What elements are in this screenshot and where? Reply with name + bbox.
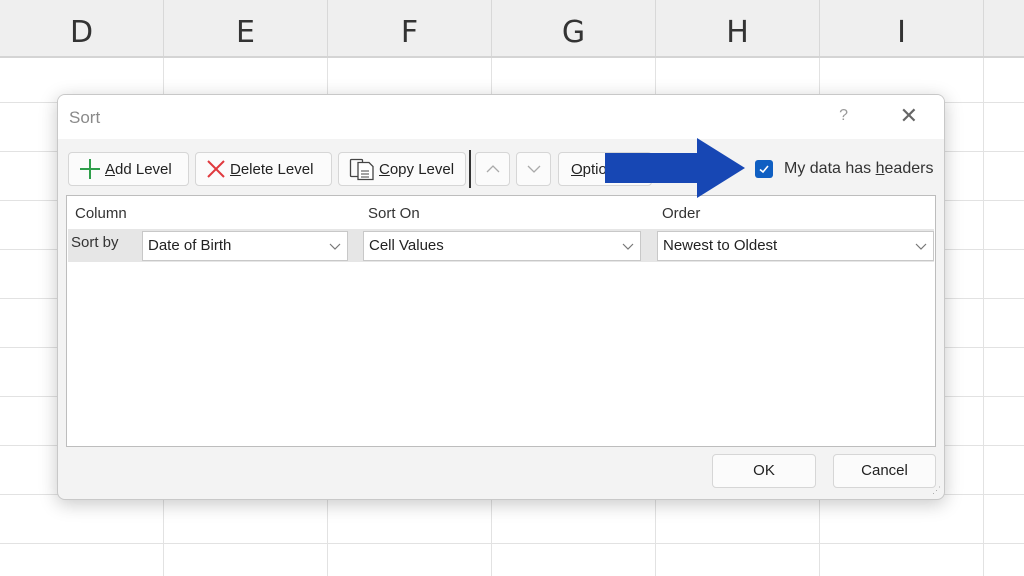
accelerator-key: D bbox=[230, 160, 241, 178]
column-header-f[interactable]: F bbox=[328, 0, 492, 56]
copy-level-button[interactable]: Copy Level bbox=[338, 152, 466, 186]
label-rest: opy Level bbox=[389, 160, 455, 178]
move-down-button[interactable] bbox=[516, 152, 551, 186]
label-rest: dd Level bbox=[115, 160, 172, 178]
chevron-up-icon bbox=[485, 161, 501, 178]
checkmark-icon bbox=[759, 165, 769, 174]
accelerator-key: A bbox=[105, 160, 116, 178]
column-select-value: Date of Birth bbox=[148, 237, 232, 254]
delete-level-button[interactable]: Delete Level bbox=[195, 152, 332, 186]
chevron-down-icon bbox=[526, 161, 542, 178]
sort-dialog: Sort ? ✕ Add Level Delete Level Copy Lev… bbox=[57, 94, 945, 500]
dialog-title: Sort bbox=[69, 108, 101, 127]
sort-on-select-value: Cell Values bbox=[369, 237, 444, 254]
copy-level-label: Copy Level bbox=[379, 161, 454, 178]
accelerator-key: C bbox=[379, 160, 390, 178]
column-header-e[interactable]: E bbox=[164, 0, 328, 56]
label-text: My data has bbox=[784, 160, 876, 177]
headers-checkbox[interactable] bbox=[755, 160, 773, 178]
delete-x-icon bbox=[206, 159, 226, 179]
ok-button[interactable]: OK bbox=[712, 454, 816, 488]
sort-on-select[interactable]: Cell Values bbox=[363, 231, 641, 261]
column-select[interactable]: Date of Birth bbox=[142, 231, 348, 261]
dialog-titlebar[interactable]: Sort ? ✕ bbox=[58, 95, 944, 139]
label-text: eaders bbox=[884, 160, 934, 177]
help-button[interactable]: ? bbox=[839, 107, 848, 125]
add-level-label: Add Level bbox=[105, 161, 172, 178]
resize-grip-icon[interactable]: ⋰ bbox=[932, 485, 941, 496]
order-header-label: Order bbox=[662, 205, 701, 222]
order-select-value: Newest to Oldest bbox=[663, 237, 778, 254]
plus-icon bbox=[79, 158, 101, 180]
accelerator-key: O bbox=[571, 160, 583, 178]
sort-on-header-label: Sort On bbox=[368, 205, 420, 222]
copy-icon bbox=[349, 157, 375, 181]
close-button[interactable]: ✕ bbox=[900, 103, 918, 129]
chevron-down-icon bbox=[329, 232, 341, 270]
label-rest: elete Level bbox=[240, 160, 314, 178]
column-header-bar: D E F G H I bbox=[0, 0, 1024, 58]
headers-checkbox-label[interactable]: My data has headers bbox=[784, 160, 933, 178]
sort-levels-panel: Column Sort On Order Sort by Date of Bir… bbox=[66, 195, 936, 447]
delete-level-label: Delete Level bbox=[230, 161, 313, 178]
chevron-down-icon bbox=[915, 232, 927, 270]
sort-by-label: Sort by bbox=[71, 234, 119, 251]
move-up-button[interactable] bbox=[475, 152, 510, 186]
toolbar-separator bbox=[469, 150, 471, 188]
chevron-down-icon bbox=[622, 232, 634, 270]
cancel-button[interactable]: Cancel bbox=[833, 454, 936, 488]
column-header-d[interactable]: D bbox=[0, 0, 164, 56]
grid-line bbox=[983, 58, 984, 576]
accelerator-key: h bbox=[875, 160, 885, 177]
add-level-button[interactable]: Add Level bbox=[68, 152, 189, 186]
column-header-h[interactable]: H bbox=[656, 0, 820, 56]
order-select[interactable]: Newest to Oldest bbox=[657, 231, 934, 261]
annotation-arrow-icon bbox=[605, 138, 745, 198]
column-header-i[interactable]: I bbox=[820, 0, 984, 56]
grid-line bbox=[0, 543, 1024, 544]
column-header-label: Column bbox=[75, 205, 127, 222]
column-header-g[interactable]: G bbox=[492, 0, 656, 56]
